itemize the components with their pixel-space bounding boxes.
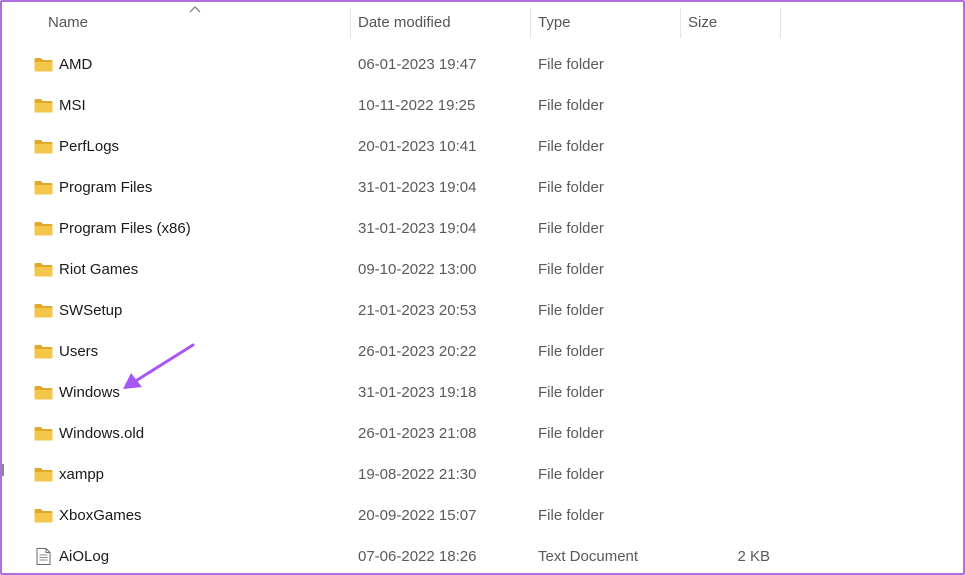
- file-row-program-files-x86[interactable]: Program Files (x86) 31-01-2023 19:04 File …: [2, 208, 963, 249]
- file-name[interactable]: Windows: [59, 372, 120, 413]
- file-name[interactable]: Program Files (x86): [59, 208, 191, 249]
- file-date-modified: 07-06-2022 18:26: [358, 548, 477, 565]
- file-name[interactable]: Riot Games: [59, 249, 138, 290]
- file-type: File folder: [538, 220, 604, 237]
- file-name[interactable]: Windows.old: [59, 413, 144, 454]
- column-divider[interactable]: [780, 8, 781, 38]
- file-date-modified: 06-01-2023 19:47: [358, 56, 477, 73]
- file-type: File folder: [538, 179, 604, 196]
- folder-icon: [34, 98, 53, 113]
- file-date-modified: 20-01-2023 10:41: [358, 138, 477, 155]
- folder-icon: [34, 344, 53, 359]
- folder-icon: [34, 303, 53, 318]
- file-name[interactable]: Program Files: [59, 167, 152, 208]
- file-size: 2 KB: [737, 548, 770, 565]
- folder-icon: [34, 426, 53, 441]
- file-type: File folder: [538, 466, 604, 483]
- file-row-windows[interactable]: Windows 31-01-2023 19:18 File folder: [2, 372, 963, 413]
- file-type: File folder: [538, 425, 604, 442]
- file-type: File folder: [538, 97, 604, 114]
- file-name[interactable]: xampp: [59, 454, 104, 495]
- file-date-modified: 31-01-2023 19:04: [358, 179, 477, 196]
- file-name[interactable]: PerfLogs: [59, 126, 119, 167]
- file-row-aiolog[interactable]: AiOLog 07-06-2022 18:26 Text Document 2 KB: [2, 536, 963, 573]
- file-name[interactable]: SWSetup: [59, 290, 122, 331]
- folder-icon: [34, 139, 53, 154]
- window-edge-mark: [2, 464, 4, 476]
- column-header-type[interactable]: Type: [530, 2, 680, 40]
- file-row-amd[interactable]: AMD 06-01-2023 19:47 File folder: [2, 44, 963, 85]
- folder-icon: [34, 57, 53, 72]
- file-date-modified: 19-08-2022 21:30: [358, 466, 477, 483]
- text-document-icon: [34, 548, 53, 565]
- file-date-modified: 09-10-2022 13:00: [358, 261, 477, 278]
- column-header-bar: Name Date modified Type Size: [2, 2, 963, 44]
- file-row-xboxgames[interactable]: XboxGames 20-09-2022 15:07 File folder: [2, 495, 963, 536]
- file-date-modified: 26-01-2023 21:08: [358, 425, 477, 442]
- folder-icon: [34, 180, 53, 195]
- file-type: File folder: [538, 302, 604, 319]
- file-date-modified: 26-01-2023 20:22: [358, 343, 477, 360]
- file-row-program-files[interactable]: Program Files 31-01-2023 19:04 File folder: [2, 167, 963, 208]
- folder-icon: [34, 262, 53, 277]
- column-header-size[interactable]: Size: [680, 2, 780, 40]
- file-date-modified: 31-01-2023 19:04: [358, 220, 477, 237]
- file-type: File folder: [538, 507, 604, 524]
- file-row-perflogs[interactable]: PerfLogs 20-01-2023 10:41 File folder: [2, 126, 963, 167]
- file-type: File folder: [538, 261, 604, 278]
- folder-icon: [34, 221, 53, 236]
- file-name[interactable]: MSI: [59, 85, 86, 126]
- file-row-msi[interactable]: MSI 10-11-2022 19:25 File folder: [2, 85, 963, 126]
- file-type: Text Document: [538, 548, 639, 565]
- file-name[interactable]: AMD: [59, 44, 92, 85]
- file-row-swsetup[interactable]: SWSetup 21-01-2023 20:53 File folder: [2, 290, 963, 331]
- file-date-modified: 10-11-2022 19:25: [358, 97, 476, 114]
- folder-icon: [34, 508, 53, 523]
- folder-icon: [34, 467, 53, 482]
- file-row-riot-games[interactable]: Riot Games 09-10-2022 13:00 File folder: [2, 249, 963, 290]
- file-type: File folder: [538, 56, 604, 73]
- file-row-windows-old[interactable]: Windows.old 26-01-2023 21:08 File folder: [2, 413, 963, 454]
- file-type: File folder: [538, 138, 604, 155]
- file-explorer-window: Name Date modified Type Size AMD 06-01-20…: [0, 0, 965, 575]
- file-date-modified: 21-01-2023 20:53: [358, 302, 477, 319]
- file-row-users[interactable]: Users 26-01-2023 20:22 File folder: [2, 331, 963, 372]
- file-name[interactable]: XboxGames: [59, 495, 142, 536]
- file-name[interactable]: AiOLog: [59, 536, 109, 573]
- folder-icon: [34, 385, 53, 400]
- file-date-modified: 20-09-2022 15:07: [358, 507, 477, 524]
- column-header-date-modified[interactable]: Date modified: [350, 2, 530, 40]
- file-name[interactable]: Users: [59, 331, 98, 372]
- file-row-xampp[interactable]: xampp 19-08-2022 21:30 File folder: [2, 454, 963, 495]
- file-type: File folder: [538, 343, 604, 360]
- file-type: File folder: [538, 384, 604, 401]
- column-header-name[interactable]: Name: [40, 2, 350, 40]
- file-date-modified: 31-01-2023 19:18: [358, 384, 477, 401]
